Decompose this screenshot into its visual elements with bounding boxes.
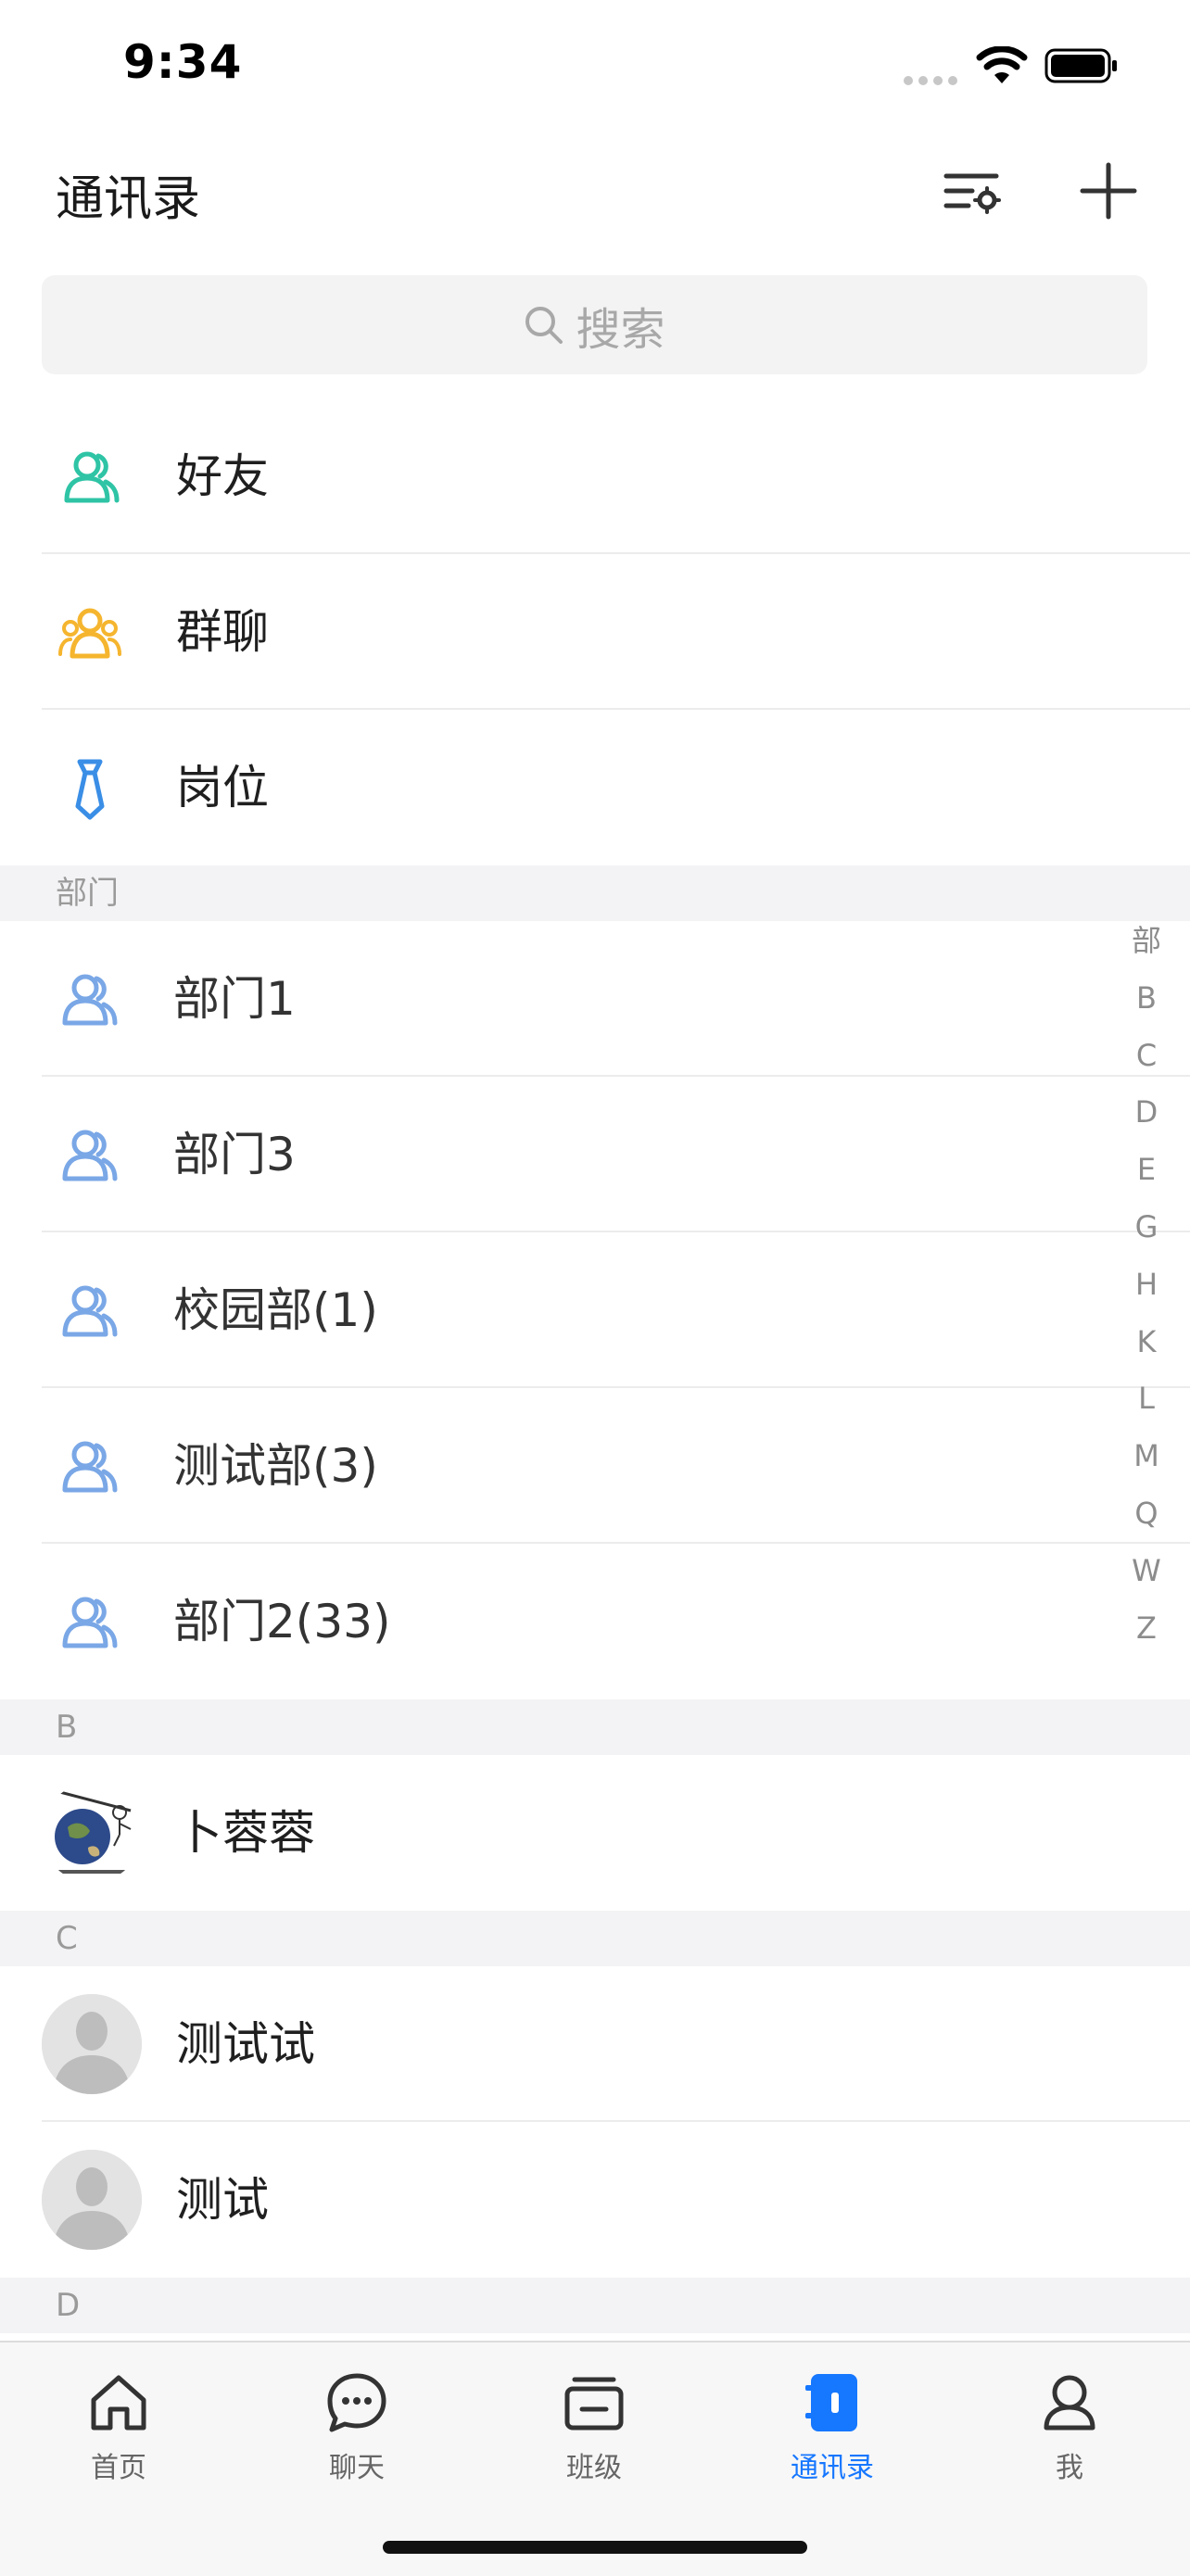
default-avatar-icon (42, 1994, 142, 2094)
department-row[interactable]: 校园部(1) (0, 1232, 1190, 1388)
tab-label: 我 (1056, 2452, 1083, 2484)
contact-row[interactable]: 测试 (0, 2122, 1190, 2278)
index-item[interactable]: Z (1117, 1600, 1176, 1658)
earth-avatar-icon (52, 1788, 132, 1874)
chat-icon (327, 2373, 386, 2432)
department-row[interactable]: 部门1 (0, 921, 1190, 1077)
list-item-friends[interactable]: 好友 (0, 398, 1190, 554)
list-item-group-chat[interactable]: 群聊 (0, 554, 1190, 710)
list-item-label: 群聊 (176, 605, 269, 659)
tab-label: 聊天 (329, 2452, 385, 2484)
section-header-d: D (0, 2278, 1190, 2333)
list-item-label: 岗位 (176, 761, 269, 814)
tab-label: 通讯录 (791, 2452, 874, 2484)
search-placeholder: 搜索 (576, 303, 665, 356)
department-label: 部门3 (173, 1128, 296, 1181)
department-row[interactable]: 部门3 (0, 1077, 1190, 1232)
signal-icon (904, 76, 957, 85)
index-item[interactable]: M (1117, 1428, 1176, 1485)
home-icon (91, 2375, 146, 2431)
department-row[interactable]: 测试部(3) (0, 1388, 1190, 1544)
index-item[interactable]: Q (1117, 1485, 1176, 1543)
tie-icon (75, 759, 105, 820)
index-item[interactable]: W (1117, 1543, 1176, 1600)
status-time: 9:34 (123, 35, 243, 89)
index-item[interactable]: L (1117, 1370, 1176, 1428)
status-bar: 9:34 (0, 0, 1190, 130)
section-label: B (56, 1709, 78, 1746)
search-icon (525, 306, 563, 344)
contact-name: 测试 (176, 2173, 269, 2227)
list-item-positions[interactable]: 岗位 (0, 710, 1190, 865)
department-icon (62, 1130, 118, 1181)
page-title: 通讯录 (56, 171, 201, 227)
index-item[interactable]: C (1117, 1028, 1176, 1085)
alphabet-index[interactable]: 部 B C D E G H K L M Q W Z (1117, 913, 1176, 1657)
list-item-label: 好友 (176, 449, 269, 503)
index-item[interactable]: B (1117, 970, 1176, 1028)
department-label: 部门1 (173, 972, 296, 1026)
index-item[interactable]: G (1117, 1199, 1176, 1256)
search-input[interactable]: 搜索 (42, 275, 1147, 374)
index-item[interactable]: D (1117, 1084, 1176, 1142)
battery-icon (1044, 48, 1117, 83)
section-label: D (56, 2287, 81, 2324)
section-label: C (56, 1920, 78, 1957)
index-item[interactable]: E (1117, 1142, 1176, 1199)
section-label: 部门 (56, 875, 119, 912)
section-header-b: B (0, 1699, 1190, 1755)
department-icon (62, 1441, 118, 1493)
section-header-c: C (0, 1911, 1190, 1966)
avatar (42, 1783, 142, 1883)
profile-icon (1044, 2375, 1095, 2431)
avatar (42, 2150, 142, 2250)
tab-label: 班级 (566, 2452, 622, 2484)
index-item[interactable]: 部 (1117, 913, 1176, 970)
settings-list-icon[interactable] (939, 158, 1006, 224)
department-icon (62, 974, 118, 1026)
department-icon (62, 1597, 118, 1648)
friends-icon (64, 451, 120, 503)
wifi-icon (976, 46, 1028, 83)
department-label: 测试部(3) (173, 1439, 378, 1493)
tab-home[interactable]: 首页 (35, 2359, 202, 2489)
index-item[interactable]: H (1117, 1256, 1176, 1314)
tab-profile[interactable]: 我 (986, 2359, 1153, 2489)
contact-name: 卜蓉蓉 (176, 1806, 315, 1860)
add-icon[interactable] (1075, 158, 1142, 224)
avatar (42, 1994, 142, 2094)
home-indicator (383, 2541, 807, 2554)
nav-bar: 通讯录 (0, 130, 1190, 255)
department-row[interactable]: 部门2(33) (0, 1544, 1190, 1699)
contact-row[interactable]: 卜蓉蓉 (0, 1755, 1190, 1911)
contact-row[interactable]: 测试试 (0, 1966, 1190, 2122)
tab-class[interactable]: 班级 (511, 2359, 677, 2489)
tab-bar: 首页 聊天 班级 通讯录 我 (0, 2341, 1190, 2576)
department-icon (62, 1285, 118, 1337)
group-chat-icon (58, 608, 121, 659)
tab-contacts[interactable]: 通讯录 (749, 2359, 916, 2489)
contact-name: 测试试 (176, 2017, 315, 2071)
contacts-icon (805, 2374, 857, 2431)
class-icon (564, 2377, 624, 2431)
tab-label: 首页 (91, 2452, 146, 2484)
department-label: 校园部(1) (173, 1283, 378, 1337)
index-item[interactable]: K (1117, 1314, 1176, 1371)
default-avatar-icon (42, 2150, 142, 2250)
department-label: 部门2(33) (173, 1595, 391, 1648)
tab-chat[interactable]: 聊天 (273, 2359, 440, 2489)
section-header-department: 部门 (0, 865, 1190, 921)
